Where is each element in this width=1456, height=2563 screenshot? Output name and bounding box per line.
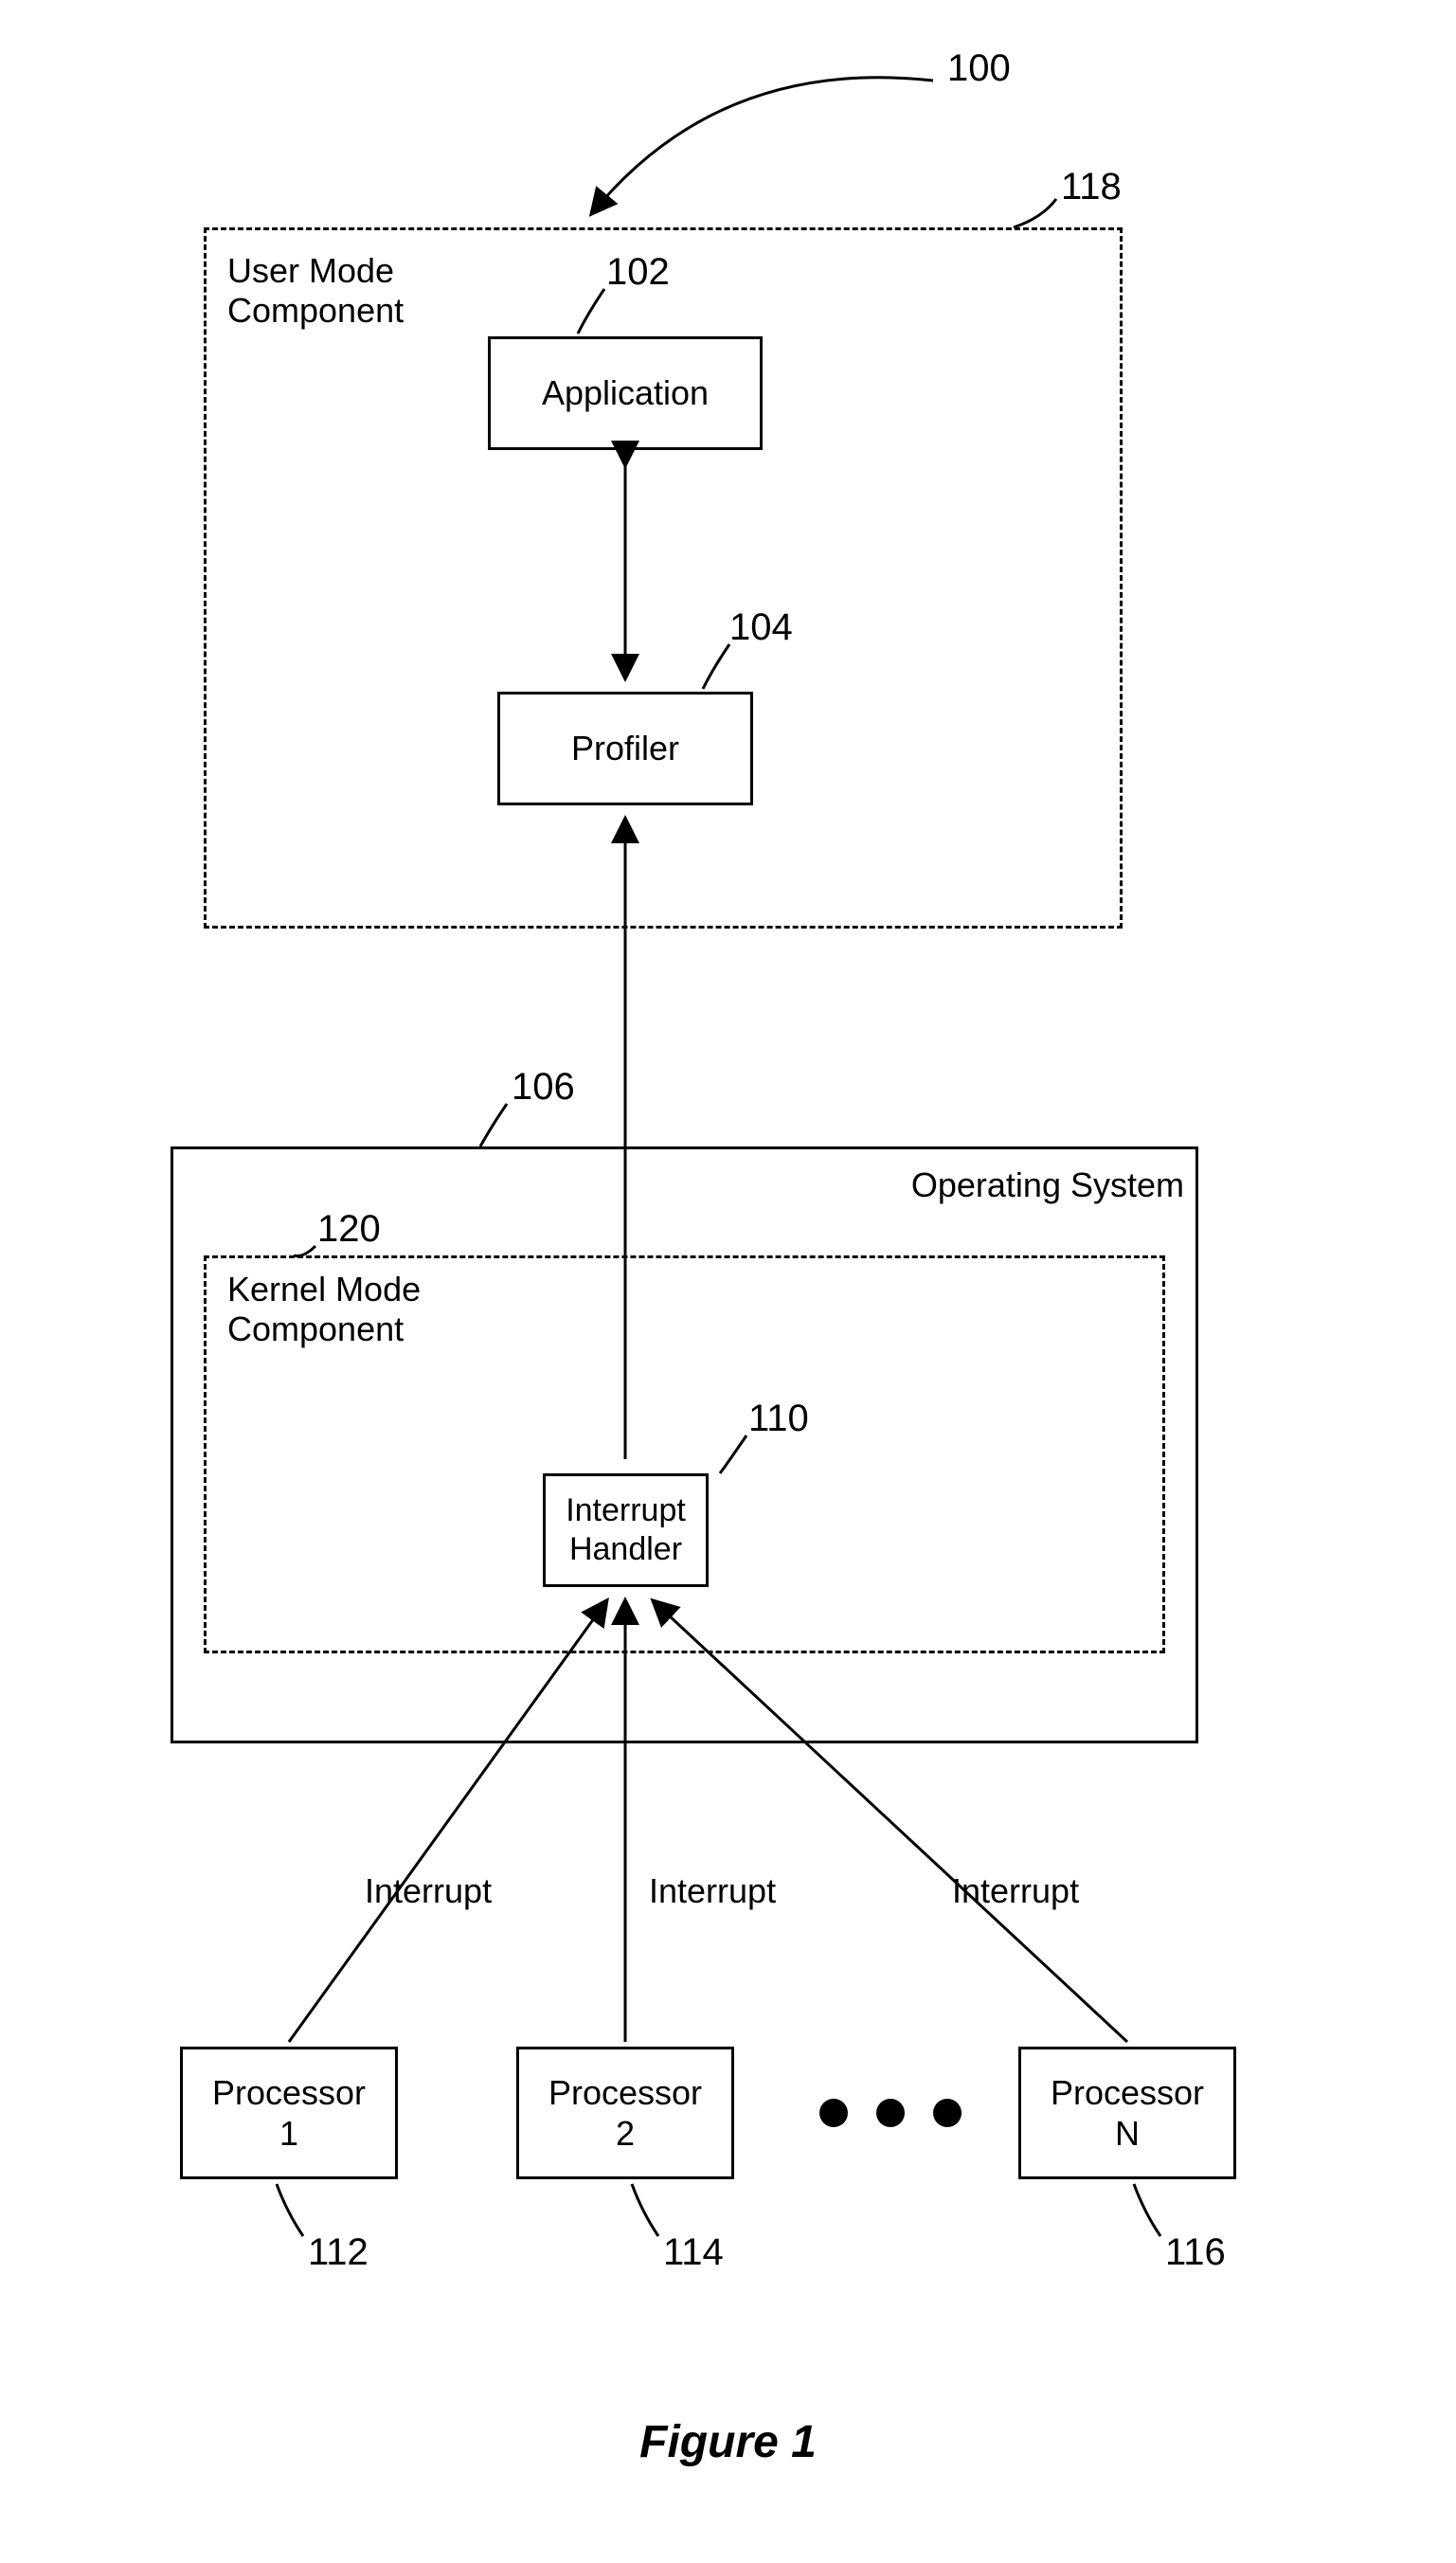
ellipsis-dot <box>876 2099 905 2127</box>
processor-n-label: Processor N <box>1051 2072 1204 2154</box>
interrupt-label-1: Interrupt <box>365 1871 492 1911</box>
interrupt-handler-label: Interrupt Handler <box>566 1491 686 1569</box>
processor-2-label: Processor 2 <box>548 2072 702 2154</box>
ref-100: 100 <box>947 47 1011 90</box>
ref-104: 104 <box>729 606 793 649</box>
ref-118: 118 <box>1061 166 1122 208</box>
ref-120: 120 <box>317 1208 381 1251</box>
interrupt-label-3: Interrupt <box>952 1871 1079 1911</box>
processor-2-box: Processor 2 <box>516 2047 734 2179</box>
figure-title: Figure 1 <box>0 2416 1456 2468</box>
application-box: Application <box>488 336 763 450</box>
ref-110: 110 <box>748 1398 809 1440</box>
processor-1-label: Processor 1 <box>212 2072 366 2154</box>
diagram-canvas: 100 User Mode Component 118 Application … <box>0 0 1456 2563</box>
interrupt-label-2: Interrupt <box>649 1871 776 1911</box>
ref-102: 102 <box>606 251 670 294</box>
kernel-mode-component-label: Kernel Mode Component <box>227 1270 421 1349</box>
interrupt-handler-box: Interrupt Handler <box>543 1473 709 1587</box>
ref-116: 116 <box>1165 2231 1226 2274</box>
ref-106: 106 <box>512 1066 575 1109</box>
application-label: Application <box>542 372 709 413</box>
user-mode-component-label: User Mode Component <box>227 251 404 331</box>
user-mode-component-container <box>204 227 1123 929</box>
processor-1-box: Processor 1 <box>180 2047 398 2179</box>
processor-n-box: Processor N <box>1018 2047 1236 2179</box>
profiler-label: Profiler <box>571 728 679 768</box>
ref-114: 114 <box>663 2231 724 2274</box>
operating-system-label: Operating System <box>911 1165 1184 1205</box>
profiler-box: Profiler <box>497 692 753 805</box>
ref-112: 112 <box>308 2231 368 2274</box>
ellipsis-dot <box>933 2099 962 2127</box>
ellipsis-dot <box>819 2099 848 2127</box>
